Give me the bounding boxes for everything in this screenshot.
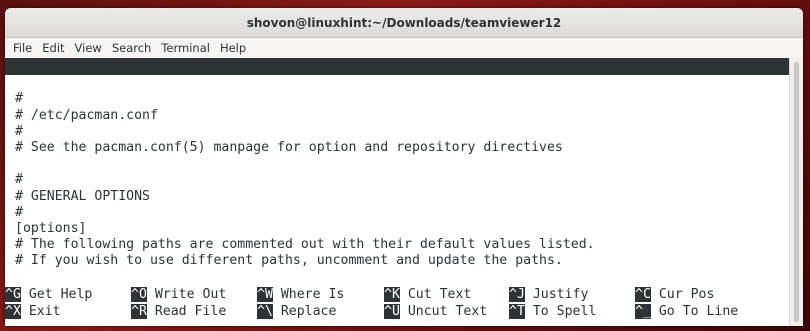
menu-terminal[interactable]: Terminal bbox=[161, 41, 210, 55]
shortcut-label: To Spell bbox=[532, 304, 597, 319]
file-line: # bbox=[15, 172, 23, 187]
shortcut-label: Go To Line bbox=[658, 304, 739, 319]
shortcut-justify[interactable]: ^J Justify bbox=[509, 287, 588, 303]
shortcut-row-1: ^G Get Help ^O Write Out ^W Where Is ^K … bbox=[5, 287, 789, 303]
shortcut-read-file[interactable]: ^R Read File bbox=[131, 304, 226, 320]
menu-help[interactable]: Help bbox=[220, 41, 246, 55]
shortcut-label: Exit bbox=[28, 304, 61, 319]
window-titlebar[interactable]: shovon@linuxhint:~/Downloads/teamviewer1… bbox=[5, 8, 803, 38]
shortcut-key: ^T bbox=[509, 304, 525, 319]
shortcut-row-2: ^X Exit ^R Read File ^\ Replace ^U Uncut… bbox=[5, 304, 789, 320]
shortcut-key: ^C bbox=[635, 287, 651, 302]
nano-filename: /etc/pacman.conf bbox=[362, 93, 490, 108]
terminal-area[interactable]: GNU nano 2.9.3 /etc/pacman.conf # # /etc… bbox=[5, 58, 789, 326]
menu-view[interactable]: View bbox=[75, 41, 102, 55]
shortcut-key: ^\ bbox=[257, 304, 273, 319]
file-line: # The following paths are commented out … bbox=[15, 237, 595, 252]
shortcut-key: ^X bbox=[5, 304, 21, 319]
shortcut-where-is[interactable]: ^W Where Is bbox=[257, 287, 344, 303]
menu-edit[interactable]: Edit bbox=[42, 41, 64, 55]
nano-header-bar: GNU nano 2.9.3 /etc/pacman.conf bbox=[5, 58, 789, 108]
terminal-window: shovon@linuxhint:~/Downloads/teamviewer1… bbox=[5, 8, 803, 326]
file-line: # See the pacman.conf(5) manpage for opt… bbox=[15, 140, 563, 155]
shortcut-label: Cur Pos bbox=[658, 287, 715, 302]
shortcut-label: Where Is bbox=[280, 287, 345, 302]
file-line: # bbox=[15, 205, 23, 220]
file-line: # If you wish to use different paths, un… bbox=[15, 253, 563, 268]
shortcut-cur-pos[interactable]: ^C Cur Pos bbox=[635, 287, 714, 303]
file-line: # bbox=[15, 124, 23, 139]
shortcut-label: Replace bbox=[280, 304, 337, 319]
shortcut-label: Read File bbox=[154, 304, 227, 319]
file-line: # /etc/pacman.conf bbox=[15, 108, 158, 123]
shortcut-get-help[interactable]: ^G Get Help bbox=[5, 287, 92, 303]
scrollbar-thumb[interactable] bbox=[794, 62, 799, 322]
nano-version: GNU nano 2.9.3 bbox=[15, 76, 127, 91]
shortcut-go-to-line[interactable]: ^_ Go To Line bbox=[635, 304, 738, 320]
shortcut-key: ^R bbox=[131, 304, 147, 319]
shortcut-label: Write Out bbox=[154, 287, 227, 302]
shortcut-label: Cut Text bbox=[407, 287, 472, 302]
shortcut-cut-text[interactable]: ^K Cut Text bbox=[384, 287, 471, 303]
shortcut-key: ^U bbox=[384, 304, 400, 319]
terminal-scrollbar[interactable] bbox=[789, 58, 803, 326]
file-line: # GENERAL OPTIONS bbox=[15, 189, 150, 204]
shortcut-replace[interactable]: ^\ Replace bbox=[257, 304, 336, 320]
shortcut-to-spell[interactable]: ^T To Spell bbox=[509, 304, 596, 320]
shortcut-label: Get Help bbox=[28, 287, 93, 302]
shortcut-exit[interactable]: ^X Exit bbox=[5, 304, 61, 320]
shortcut-label: Justify bbox=[532, 287, 589, 302]
shortcut-key: ^W bbox=[257, 287, 273, 302]
shortcut-key: ^O bbox=[131, 287, 147, 302]
window-title: shovon@linuxhint:~/Downloads/teamviewer1… bbox=[246, 15, 562, 30]
shortcut-label: Uncut Text bbox=[407, 304, 488, 319]
shortcut-key: ^G bbox=[5, 287, 21, 302]
file-line: [options] bbox=[15, 221, 87, 236]
shortcut-key: ^J bbox=[509, 287, 525, 302]
menu-bar: File Edit View Search Terminal Help bbox=[5, 38, 803, 58]
menu-search[interactable]: Search bbox=[112, 41, 152, 55]
shortcut-uncut-text[interactable]: ^U Uncut Text bbox=[384, 304, 487, 320]
shortcut-write-out[interactable]: ^O Write Out bbox=[131, 287, 226, 303]
menu-file[interactable]: File bbox=[13, 41, 32, 55]
shortcut-key: ^_ bbox=[635, 304, 651, 319]
file-line: # bbox=[15, 91, 23, 106]
shortcut-key: ^K bbox=[384, 287, 400, 302]
